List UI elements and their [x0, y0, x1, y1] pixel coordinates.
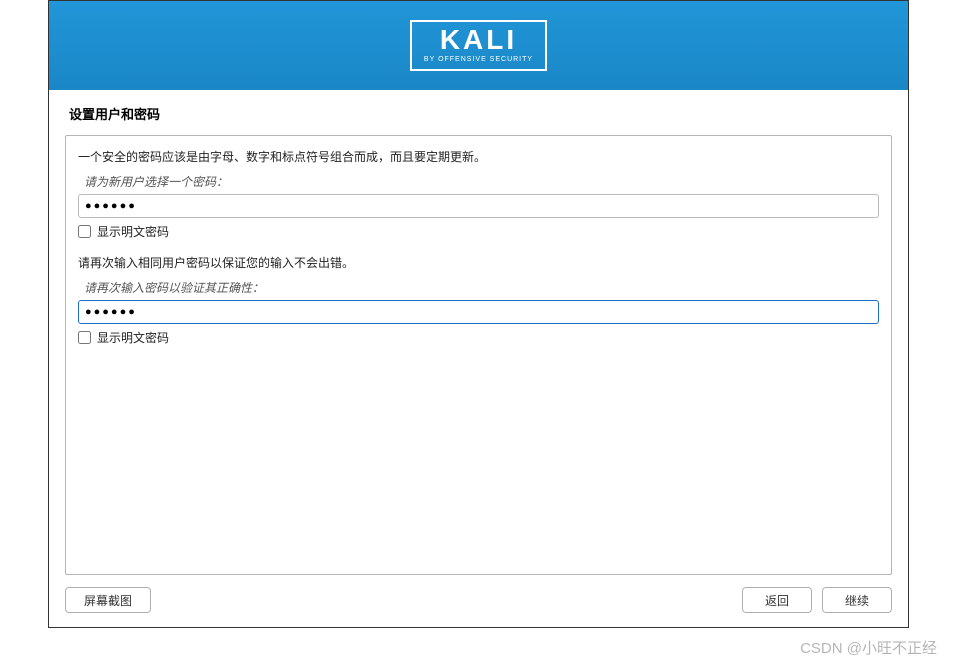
- confirm-password-input[interactable]: [78, 300, 879, 324]
- back-button[interactable]: 返回: [742, 587, 812, 613]
- show-password-label-2: 显示明文密码: [97, 329, 169, 346]
- show-password-row-2: 显示明文密码: [78, 329, 879, 346]
- installer-window: KALI BY OFFENSIVE SECURITY 设置用户和密码 一个安全的…: [48, 0, 909, 628]
- password-input[interactable]: [78, 194, 879, 218]
- password-field-label: 请为新用户选择一个密码：: [78, 173, 879, 190]
- show-password-checkbox-1[interactable]: [78, 225, 91, 238]
- show-password-checkbox-2[interactable]: [78, 331, 91, 344]
- logo-text: KALI: [440, 26, 517, 54]
- password-tip-text: 一个安全的密码应该是由字母、数字和标点符号组合而成，而且要定期更新。: [78, 148, 879, 165]
- content-area: 一个安全的密码应该是由字母、数字和标点符号组合而成，而且要定期更新。 请为新用户…: [65, 135, 892, 575]
- screenshot-button[interactable]: 屏幕截图: [65, 587, 151, 613]
- watermark-text: CSDN @小旺不正经: [800, 637, 937, 658]
- header-banner: KALI BY OFFENSIVE SECURITY: [49, 1, 908, 90]
- show-password-row-1: 显示明文密码: [78, 223, 879, 240]
- continue-button[interactable]: 继续: [822, 587, 892, 613]
- confirm-field-label: 请再次输入密码以验证其正确性：: [78, 279, 879, 296]
- footer-right-group: 返回 继续: [742, 587, 892, 613]
- confirm-tip-text: 请再次输入相同用户密码以保证您的输入不会出错。: [78, 254, 879, 271]
- logo-subtext: BY OFFENSIVE SECURITY: [424, 56, 533, 63]
- page-title: 设置用户和密码: [49, 90, 908, 135]
- kali-logo: KALI BY OFFENSIVE SECURITY: [410, 20, 547, 71]
- footer-bar: 屏幕截图 返回 继续: [49, 575, 908, 627]
- show-password-label-1: 显示明文密码: [97, 223, 169, 240]
